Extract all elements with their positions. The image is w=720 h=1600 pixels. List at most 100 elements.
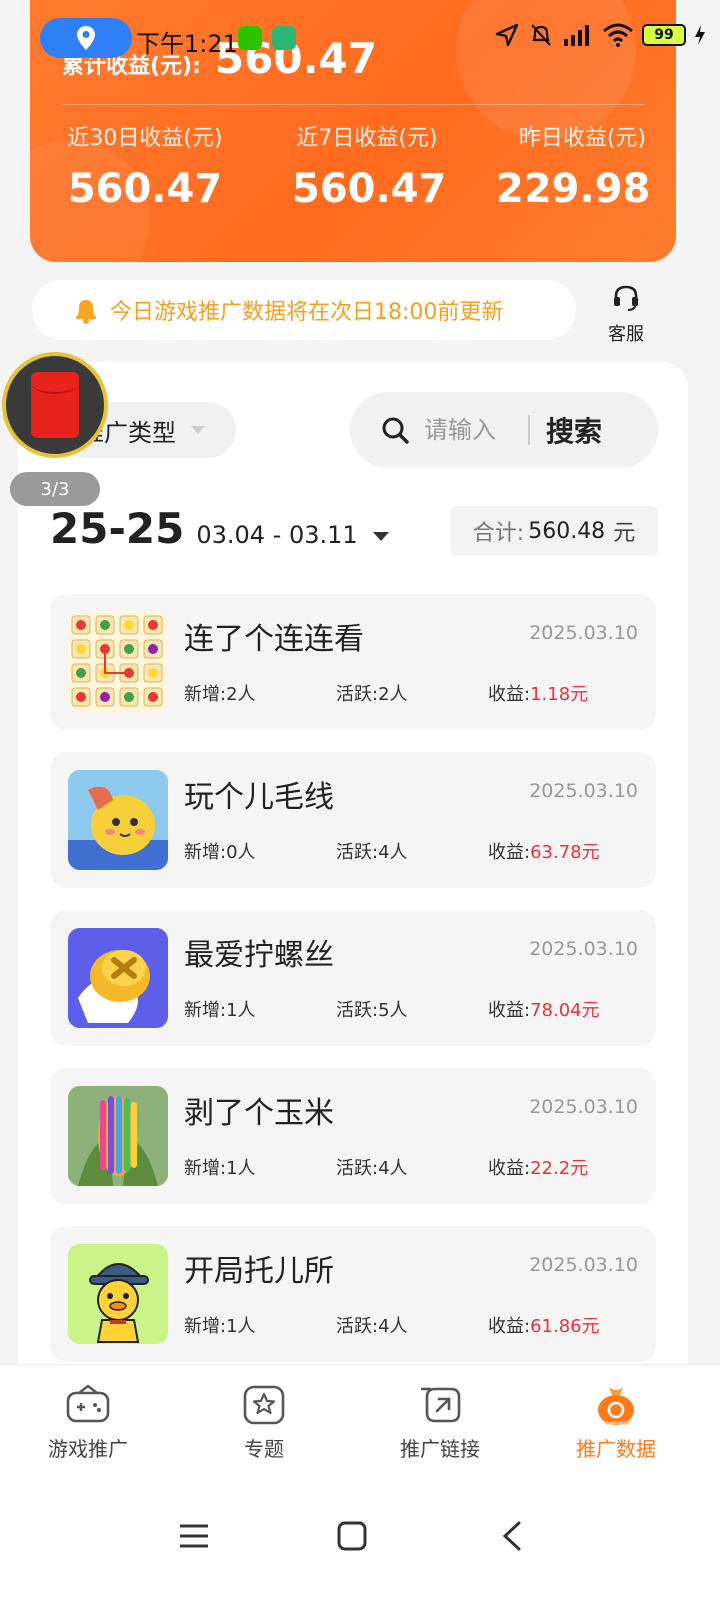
- notice-text: 今日游戏推广数据将在次日18:00前更新: [110, 300, 504, 325]
- status-icons: 99: [494, 22, 706, 48]
- game-date: 2025.03.10: [529, 938, 638, 960]
- red-envelope-icon: [31, 372, 79, 438]
- new-users: 新增:1人: [184, 1158, 256, 1179]
- menu-icon: [180, 1524, 208, 1548]
- active-users: 活跃:5人: [336, 1000, 408, 1021]
- date-range-text: 03.04 - 03.11: [196, 521, 358, 549]
- earnings-30d-value: 560.47: [67, 166, 223, 212]
- game-thumbnail: [68, 928, 168, 1028]
- total-sum-unit: 元: [613, 521, 636, 546]
- game-thumbnail: [68, 770, 168, 870]
- game-date: 2025.03.10: [529, 622, 638, 644]
- total-sum-value: 560.48: [528, 518, 606, 544]
- earnings-label: 收益:: [488, 1316, 531, 1337]
- home-nav-button[interactable]: [322, 1506, 382, 1566]
- corn-icon: [68, 1086, 168, 1186]
- earnings-yesterday-value: 229.98: [496, 166, 651, 212]
- game-thumbnail: [68, 1244, 168, 1344]
- earnings-30d-label: 近30日收益(元): [67, 126, 223, 151]
- chevron-down-icon: [372, 532, 389, 541]
- game-name: 剥了个玉米: [184, 1096, 334, 1131]
- earnings: 收益:1.18元: [488, 680, 588, 706]
- signal-icon: [564, 25, 589, 46]
- search-icon: [382, 417, 409, 444]
- link-icon: [421, 1387, 461, 1423]
- money-bag-icon: [598, 1387, 634, 1425]
- star-badge-icon: [243, 1385, 285, 1425]
- game-thumbnail: [68, 1086, 168, 1186]
- date-range-selector[interactable]: 25-25 03.04 - 03.11: [50, 504, 390, 553]
- back-arrow-icon: [502, 1521, 521, 1551]
- bottom-tab-bar: 游戏推广 专题 推广链接 推广数据: [0, 1364, 720, 1476]
- earnings-7d-value: 560.47: [292, 166, 447, 212]
- tab-label: 推广链接: [400, 1437, 480, 1461]
- active-users: 活跃:4人: [336, 1316, 408, 1337]
- search-button[interactable]: 搜索: [546, 410, 602, 450]
- game-card[interactable]: 开局托儿所 2025.03.10 新增:1人 活跃:4人 收益:61.86元: [50, 1226, 656, 1362]
- earnings-7d-label: 近7日收益(元): [296, 126, 438, 151]
- earnings: 收益:61.86元: [488, 1312, 600, 1338]
- total-sum-label: 合计:: [472, 521, 525, 546]
- earnings: 收益:78.04元: [488, 996, 600, 1022]
- active-users: 活跃:4人: [336, 1158, 408, 1179]
- game-date: 2025.03.10: [529, 1096, 638, 1118]
- battery-indicator: 99: [642, 24, 686, 46]
- red-envelope-float-button[interactable]: [2, 352, 108, 458]
- game-name: 开局托儿所: [184, 1254, 334, 1289]
- tab-label: 游戏推广: [48, 1437, 128, 1461]
- earnings-30d: 近30日收益(元) 560.47: [60, 120, 230, 212]
- wifi-icon: [603, 23, 633, 47]
- wechat-icon: [238, 26, 262, 50]
- bell-icon: [76, 300, 96, 324]
- tab-topics[interactable]: 专题: [194, 1383, 334, 1462]
- duck-character-icon: [68, 1244, 168, 1344]
- tab-promo-link[interactable]: 推广链接: [370, 1383, 510, 1462]
- system-nav-bar: [0, 1476, 720, 1600]
- active-users: 活跃:4人: [336, 842, 408, 863]
- tile-puzzle-icon: [68, 612, 168, 712]
- square-home-icon: [337, 1521, 367, 1551]
- game-card[interactable]: 剥了个玉米 2025.03.10 新增:1人 活跃:4人 收益:22.2元: [50, 1068, 656, 1204]
- earnings-label: 收益:: [488, 684, 531, 705]
- tab-promo-data[interactable]: 推广数据: [546, 1383, 686, 1462]
- new-users: 新增:2人: [184, 684, 256, 705]
- earnings: 收益:63.78元: [488, 838, 600, 864]
- tab-label: 推广数据: [576, 1437, 656, 1461]
- game-card[interactable]: 最爱拧螺丝 2025.03.10 新增:1人 活跃:5人 收益:78.04元: [50, 910, 656, 1046]
- customer-service-label: 客服: [608, 324, 644, 345]
- bell-off-icon: [531, 24, 551, 46]
- game-thumbnail: [68, 612, 168, 712]
- customer-service-button[interactable]: 客服: [598, 282, 654, 346]
- screw-icon: [68, 928, 168, 1028]
- back-nav-button[interactable]: [482, 1506, 542, 1566]
- search-divider: [528, 415, 530, 445]
- headset-icon: [614, 285, 638, 311]
- gamepad-icon: [66, 1384, 110, 1423]
- clock: 下午1:21: [136, 30, 238, 58]
- earnings: 收益:22.2元: [488, 1154, 588, 1180]
- earnings-value: 22.2元: [530, 1158, 589, 1179]
- charging-icon: [695, 25, 705, 45]
- location-pin-icon: [77, 26, 95, 50]
- game-name: 最爱拧螺丝: [184, 938, 334, 973]
- earnings-label: 收益:: [488, 1158, 531, 1179]
- earnings-label: 收益:: [488, 842, 531, 863]
- shield-app-icon: [272, 26, 296, 50]
- search-input[interactable]: [424, 416, 524, 444]
- menu-nav-button[interactable]: [164, 1506, 224, 1566]
- game-name: 玩个儿毛线: [184, 780, 334, 815]
- game-card[interactable]: 玩个儿毛线 2025.03.10 新增:0人 活跃:4人 收益:63.78元: [50, 752, 656, 888]
- tab-game-promotion[interactable]: 游戏推广: [18, 1383, 158, 1462]
- page-indicator: 3/3: [10, 472, 100, 506]
- game-name: 连了个连连看: [184, 622, 364, 657]
- divider: [62, 104, 644, 105]
- new-users: 新增:1人: [184, 1316, 256, 1337]
- location-pill[interactable]: [40, 18, 132, 58]
- search-bar: 搜索: [350, 392, 658, 468]
- chevron-down-icon: [191, 426, 205, 434]
- new-users: 新增:0人: [184, 842, 256, 863]
- tab-label: 专题: [244, 1437, 284, 1461]
- game-card[interactable]: 连了个连连看 2025.03.10 新增:2人 活跃:2人 收益:1.18元: [50, 594, 656, 730]
- status-bar: 下午1:21 99: [0, 16, 720, 62]
- navigation-arrow-icon: [495, 23, 519, 47]
